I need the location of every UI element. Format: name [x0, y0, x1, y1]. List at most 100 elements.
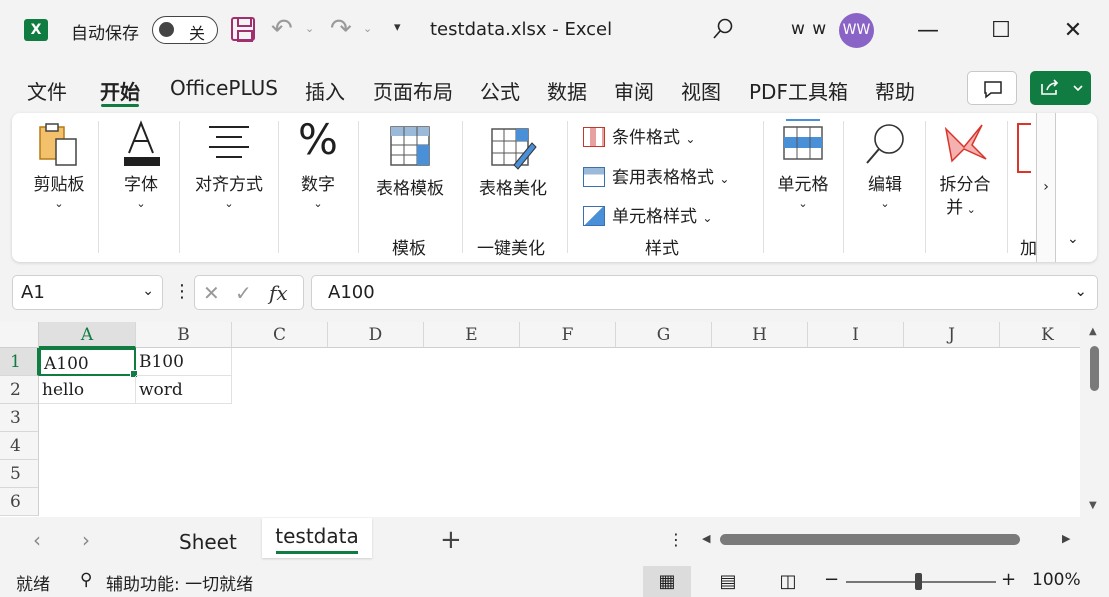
- format-as-table-icon: [583, 167, 605, 187]
- formula-input[interactable]: A100 ⌄: [311, 275, 1098, 310]
- styles-group-label: 样式: [645, 239, 679, 259]
- format-as-table-button[interactable]: 套用表格格式 ⌄: [583, 163, 729, 188]
- vertical-scrollbar[interactable]: ▲ ▼: [1085, 322, 1105, 517]
- row-header-5[interactable]: 5: [0, 460, 39, 488]
- row-header-6[interactable]: 6: [0, 488, 39, 516]
- scroll-thumb[interactable]: [1090, 346, 1099, 391]
- column-header-j[interactable]: J: [904, 322, 1000, 348]
- save-icon[interactable]: [231, 17, 255, 42]
- zoom-slider-handle[interactable]: [915, 573, 922, 590]
- cell-a2[interactable]: hello: [39, 376, 136, 404]
- next-sheet-icon[interactable]: ›: [82, 528, 90, 552]
- tab-insert[interactable]: 插入: [305, 76, 345, 105]
- tab-help[interactable]: 帮助: [875, 76, 915, 105]
- horizontal-scroll-thumb[interactable]: [720, 534, 1020, 545]
- row-header-2[interactable]: 2: [0, 376, 39, 404]
- row-header-3[interactable]: 3: [0, 404, 39, 432]
- clipboard-button[interactable]: 剪贴板 ⌄: [24, 113, 94, 262]
- chevron-down-icon: ⌄: [224, 197, 234, 210]
- font-button[interactable]: 字体 ⌄: [106, 113, 176, 262]
- sheet-tab-testdata[interactable]: testdata: [262, 518, 372, 558]
- cells-button[interactable]: 单元格 ⌄: [770, 113, 836, 262]
- number-button[interactable]: % 数字 ⌄: [287, 113, 349, 262]
- tab-page-layout[interactable]: 页面布局: [373, 76, 453, 105]
- scroll-up-icon[interactable]: ▲: [1089, 326, 1097, 337]
- chevron-down-icon: ⌄: [685, 132, 696, 146]
- tab-review[interactable]: 审阅: [614, 76, 654, 105]
- scroll-left-icon[interactable]: ◀: [702, 532, 710, 545]
- split-merge-icon: [944, 124, 987, 163]
- autosave-state: 关: [189, 24, 206, 43]
- autosave-toggle[interactable]: 关: [152, 16, 218, 44]
- undo-icon[interactable]: ↶: [271, 14, 293, 44]
- alignment-button[interactable]: 对齐方式 ⌄: [188, 113, 270, 262]
- page-break-view-icon[interactable]: ◫: [764, 566, 812, 597]
- column-header-g[interactable]: G: [616, 322, 712, 348]
- column-header-h[interactable]: H: [712, 322, 808, 348]
- share-button[interactable]: [1030, 71, 1091, 105]
- redo-dropdown-icon[interactable]: ⌄: [363, 22, 372, 35]
- normal-view-icon[interactable]: ▦: [643, 566, 691, 597]
- sheet-options-icon[interactable]: ⋮: [668, 530, 684, 549]
- redo-icon[interactable]: ↷: [330, 14, 352, 44]
- ribbon-scroll-right-icon[interactable]: ›: [1036, 113, 1056, 262]
- close-icon[interactable]: ✕: [1056, 14, 1090, 48]
- name-box[interactable]: A1 ⌄: [12, 275, 163, 310]
- split-merge-button[interactable]: 拆分合 并 ⌄: [932, 113, 998, 262]
- spreadsheet-grid[interactable]: A B C D E F G H I J K 1 2 3 4 5 6 A100 B…: [0, 322, 1080, 517]
- column-header-a[interactable]: A: [39, 322, 136, 348]
- zoom-in-icon[interactable]: +: [1001, 569, 1016, 590]
- conditional-format-button[interactable]: 条件格式 ⌄: [583, 123, 695, 148]
- zoom-level[interactable]: 100%: [1032, 570, 1081, 590]
- more-options-icon[interactable]: ⋮: [173, 281, 191, 302]
- search-icon[interactable]: [712, 18, 734, 40]
- expand-formula-icon[interactable]: ⌄: [1074, 282, 1087, 300]
- ribbon-collapse-icon[interactable]: ⌄: [1067, 231, 1079, 247]
- tab-data[interactable]: 数据: [547, 76, 587, 105]
- cell-b2[interactable]: word: [136, 376, 232, 404]
- clipboard-icon: [39, 123, 77, 166]
- prev-sheet-icon[interactable]: ‹: [33, 528, 41, 552]
- row-header-1[interactable]: 1: [0, 348, 39, 376]
- tab-formulas[interactable]: 公式: [480, 76, 520, 105]
- edit-button[interactable]: 编辑 ⌄: [852, 113, 918, 262]
- column-header-c[interactable]: C: [232, 322, 328, 348]
- tab-home[interactable]: 开始: [100, 76, 140, 105]
- add-sheet-icon[interactable]: +: [440, 525, 462, 555]
- cell-a1[interactable]: A100: [39, 348, 138, 378]
- cancel-icon[interactable]: ✕: [203, 281, 220, 305]
- enter-icon[interactable]: ✓: [235, 281, 252, 305]
- sheet-tab-testdata-label: testdata: [275, 524, 359, 548]
- chevron-down-icon: ⌄: [54, 197, 64, 210]
- avatar[interactable]: WW: [839, 13, 874, 48]
- horizontal-scrollbar[interactable]: ◀ ▶: [700, 530, 1080, 550]
- zoom-out-icon[interactable]: −: [824, 569, 839, 590]
- select-all-corner[interactable]: [0, 322, 39, 348]
- maximize-icon[interactable]: ☐: [984, 14, 1018, 48]
- accessibility-status[interactable]: 辅助功能: 一切就绪: [106, 570, 253, 595]
- insert-function-icon[interactable]: fx: [269, 281, 288, 305]
- column-header-i[interactable]: I: [808, 322, 904, 348]
- customize-qat-icon[interactable]: ▾: [394, 20, 401, 35]
- column-header-d[interactable]: D: [328, 322, 424, 348]
- scroll-down-icon[interactable]: ▼: [1089, 500, 1097, 511]
- accessibility-icon[interactable]: ⚲: [80, 570, 92, 590]
- chevron-down-icon[interactable]: ⌄: [142, 283, 154, 299]
- cell-styles-button[interactable]: 单元格样式 ⌄: [583, 202, 712, 227]
- column-header-f[interactable]: F: [520, 322, 616, 348]
- column-header-k[interactable]: K: [1000, 322, 1080, 348]
- tab-file[interactable]: 文件: [27, 76, 67, 105]
- row-header-4[interactable]: 4: [0, 432, 39, 460]
- sheet-tab-sheet[interactable]: Sheet: [179, 530, 237, 554]
- minimize-icon[interactable]: —: [911, 14, 945, 48]
- cell-b1[interactable]: B100: [136, 348, 232, 376]
- scroll-right-icon[interactable]: ▶: [1062, 532, 1070, 545]
- comments-button[interactable]: [967, 71, 1017, 105]
- tab-pdf-tools[interactable]: PDF工具箱: [749, 76, 848, 105]
- column-header-e[interactable]: E: [424, 322, 520, 348]
- tab-view[interactable]: 视图: [681, 76, 721, 105]
- page-layout-view-icon[interactable]: ▤: [704, 566, 752, 597]
- tab-officeplus[interactable]: OfficePLUS: [170, 76, 278, 100]
- undo-dropdown-icon[interactable]: ⌄: [305, 22, 314, 35]
- column-header-b[interactable]: B: [136, 322, 232, 348]
